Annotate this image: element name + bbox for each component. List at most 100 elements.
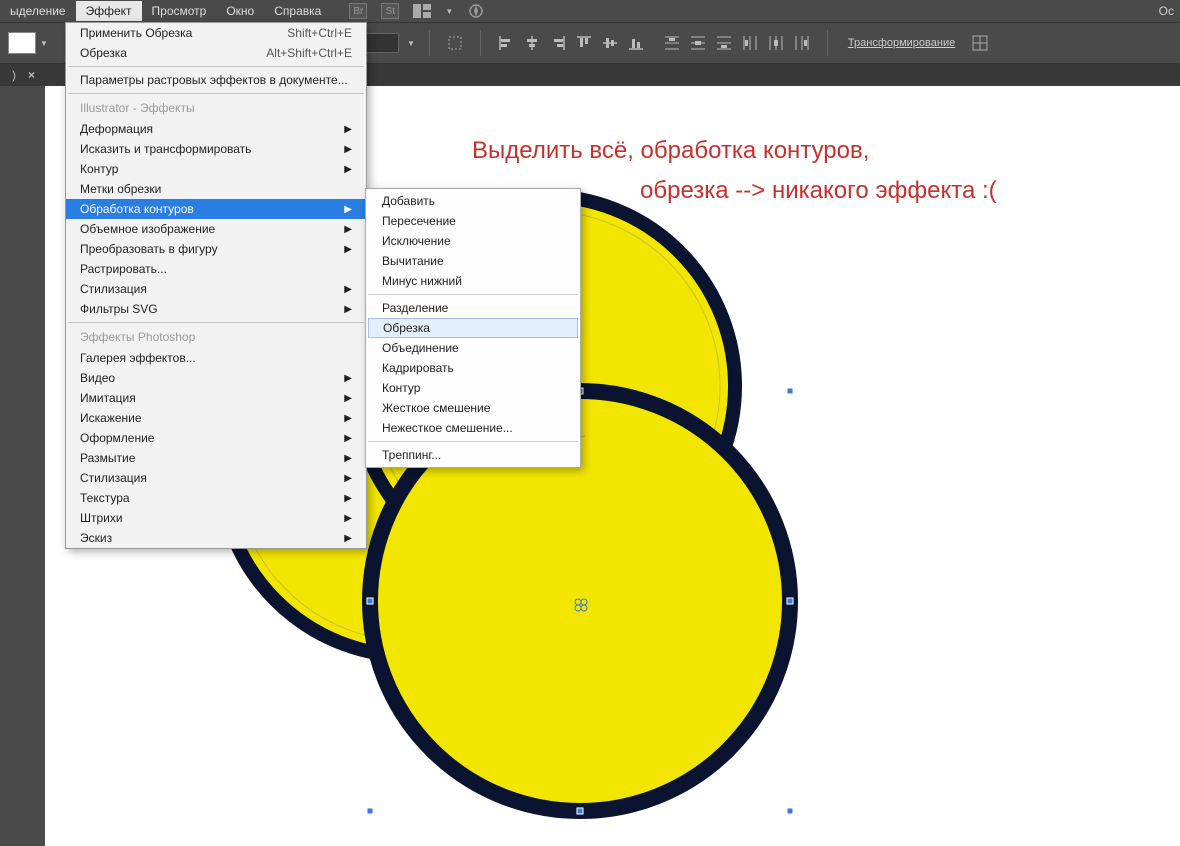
submenu-arrow-icon: ▶ xyxy=(344,284,352,295)
align-vcenter-icon[interactable] xyxy=(599,32,621,54)
dist-right-icon[interactable] xyxy=(791,32,813,54)
submenu-item[interactable]: Треппинг... xyxy=(366,445,580,465)
align-top-icon[interactable] xyxy=(573,32,595,54)
transform-grid-icon[interactable] xyxy=(969,32,991,54)
menubar-app-icons: Br St ▼ xyxy=(349,3,485,19)
menu-item[interactable]: Объемное изображение▶ xyxy=(66,219,366,239)
menu-item[interactable]: Размытие ▶ xyxy=(66,448,366,468)
sel-handle[interactable] xyxy=(577,808,583,814)
annotation-line2: обрезка --> никакого эффекта :( xyxy=(640,172,997,210)
fill-swatch-group[interactable]: ▼ xyxy=(8,32,48,54)
submenu-arrow-icon: ▶ xyxy=(344,393,352,404)
menu-apply-last[interactable]: Применить Обрезка Shift+Ctrl+E xyxy=(66,23,366,43)
submenu-arrow-icon: ▶ xyxy=(344,144,352,155)
sel-handle[interactable] xyxy=(787,808,793,814)
submenu-item[interactable]: Объединение xyxy=(366,338,580,358)
submenu-item[interactable]: Контур xyxy=(366,378,580,398)
align-hcenter-icon[interactable] xyxy=(521,32,543,54)
submenu-arrow-icon: ▶ xyxy=(344,373,352,384)
separator xyxy=(429,30,430,56)
submenu-arrow-icon: ▶ xyxy=(344,493,352,504)
menu-separator xyxy=(68,322,364,323)
bridge-icon[interactable]: Br xyxy=(349,3,367,19)
submenu-arrow-icon: ▶ xyxy=(344,413,352,424)
left-panel xyxy=(0,86,45,846)
menu-selection[interactable]: ыделение xyxy=(0,1,76,21)
chevron-down-icon[interactable]: ▼ xyxy=(445,7,453,16)
align-right-icon[interactable] xyxy=(547,32,569,54)
menu-item[interactable]: Видео▶ xyxy=(66,368,366,388)
menu-item[interactable]: Контур▶ xyxy=(66,159,366,179)
menu-item[interactable]: Фильтры SVG▶ xyxy=(66,299,366,319)
menu-item-label: Применить Обрезка xyxy=(80,26,192,40)
menu-item[interactable]: Штрихи▶ xyxy=(66,508,366,528)
dist-bottom-icon[interactable] xyxy=(713,32,735,54)
tab-close-icon[interactable]: × xyxy=(22,68,41,82)
tab-chevron[interactable]: ) xyxy=(6,68,22,82)
fill-swatch[interactable] xyxy=(8,32,36,54)
sel-handle[interactable] xyxy=(787,598,793,604)
menu-item-label: Стилизация xyxy=(80,471,147,485)
menu-item[interactable]: Оформление▶ xyxy=(66,428,366,448)
menu-item[interactable]: Искажение▶ xyxy=(66,408,366,428)
stock-icon[interactable]: St xyxy=(381,3,399,19)
menu-view[interactable]: Просмотр xyxy=(142,1,217,21)
menu-item-label: Текстура xyxy=(80,491,130,505)
menu-item[interactable]: Имитация▶ xyxy=(66,388,366,408)
submenu-item[interactable]: Исключение xyxy=(366,231,580,251)
gpu-icon[interactable] xyxy=(467,3,485,19)
menu-item[interactable]: Деформация ▶ xyxy=(66,119,366,139)
menu-item[interactable]: Стилизация▶ xyxy=(66,468,366,488)
submenu-item[interactable]: Жесткое смешение xyxy=(366,398,580,418)
sel-handle[interactable] xyxy=(367,808,373,814)
menu-effect[interactable]: Эффект xyxy=(76,1,142,21)
menu-item[interactable]: Растрировать... xyxy=(66,259,366,279)
section-illustrator: Illustrator - Эффекты xyxy=(66,97,366,119)
submenu-item[interactable]: Обрезка xyxy=(368,318,578,338)
dist-left-icon[interactable] xyxy=(739,32,761,54)
align-left-icon[interactable] xyxy=(495,32,517,54)
menu-item-label: Деформация xyxy=(80,122,153,136)
menu-raster-settings[interactable]: Параметры растровых эффектов в документе… xyxy=(66,70,366,90)
submenu-item[interactable]: Добавить xyxy=(366,191,580,211)
submenu-item[interactable]: Вычитание xyxy=(366,251,580,271)
menu-separator xyxy=(68,93,364,94)
menu-item-label: Исказить и трансформировать xyxy=(80,142,251,156)
menu-item-label: Преобразовать в фигуру xyxy=(80,242,218,256)
menu-item-label: Размытие xyxy=(80,451,135,465)
chevron-down-icon[interactable]: ▼ xyxy=(40,39,48,48)
dist-hcenter-icon[interactable] xyxy=(765,32,787,54)
menu-item[interactable]: Исказить и трансформировать ▶ xyxy=(66,139,366,159)
menu-window[interactable]: Окно xyxy=(216,1,264,21)
submenu-arrow-icon: ▶ xyxy=(344,453,352,464)
submenu-item[interactable]: Разделение xyxy=(366,298,580,318)
menu-item[interactable]: Обработка контуров▶ xyxy=(66,199,366,219)
arrange-icon[interactable] xyxy=(413,3,431,19)
menu-item[interactable]: Метки обрезки xyxy=(66,179,366,199)
submenu-item[interactable]: Минус нижний xyxy=(366,271,580,291)
menu-item[interactable]: Текстура ▶ xyxy=(66,488,366,508)
menu-item[interactable]: Стилизация▶ xyxy=(66,279,366,299)
dist-top-icon[interactable] xyxy=(661,32,683,54)
submenu-item[interactable]: Пересечение xyxy=(366,211,580,231)
submenu-arrow-icon: ▶ xyxy=(344,224,352,235)
dist-vcenter-icon[interactable] xyxy=(687,32,709,54)
menu-item-label: Фильтры SVG xyxy=(80,302,158,316)
sel-handle[interactable] xyxy=(367,598,373,604)
submenu-item[interactable]: Кадрировать xyxy=(366,358,580,378)
menu-item-label: Галерея эффектов... xyxy=(80,351,196,365)
menu-item[interactable]: Галерея эффектов... xyxy=(66,348,366,368)
isolate-icon[interactable] xyxy=(444,32,466,54)
menu-last-effect[interactable]: Обрезка Alt+Shift+Ctrl+E xyxy=(66,43,366,63)
align-bottom-icon[interactable] xyxy=(625,32,647,54)
menu-item[interactable]: Преобразовать в фигуру▶ xyxy=(66,239,366,259)
chevron-down-icon[interactable]: ▼ xyxy=(407,39,415,48)
align-group xyxy=(495,32,647,54)
separator xyxy=(827,30,828,56)
submenu-arrow-icon: ▶ xyxy=(344,124,352,135)
submenu-item[interactable]: Нежесткое смешение... xyxy=(366,418,580,438)
menu-item[interactable]: Эскиз▶ xyxy=(66,528,366,548)
sel-handle[interactable] xyxy=(787,388,793,394)
menu-help[interactable]: Справка xyxy=(264,1,331,21)
transform-panel-link[interactable]: Трансформирование xyxy=(848,37,955,49)
